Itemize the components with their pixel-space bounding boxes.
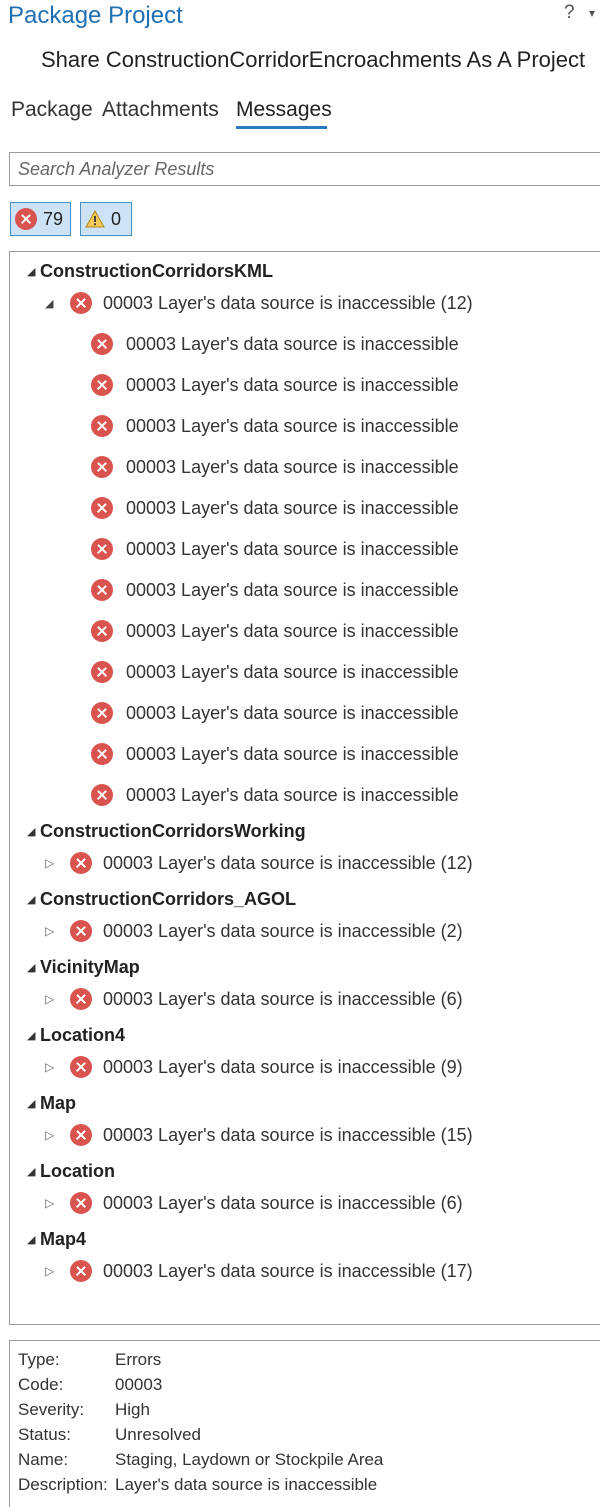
- error-icon: [91, 333, 113, 355]
- collapsed-triangle-icon[interactable]: ▷: [45, 1196, 57, 1210]
- tree-group-vicinitymap[interactable]: ◢ VicinityMap: [10, 952, 600, 982]
- expanded-triangle-icon[interactable]: ◢: [27, 265, 39, 278]
- error-icon: [91, 702, 113, 724]
- tree-message-parent[interactable]: ▷ 00003 Layer's data source is inaccessi…: [10, 1256, 600, 1286]
- tree-message-child[interactable]: 00003 Layer's data source is inaccessibl…: [10, 616, 600, 646]
- expanded-triangle-icon[interactable]: ◢: [27, 1165, 39, 1178]
- tab-package[interactable]: Package: [11, 98, 93, 122]
- tree-message-child[interactable]: 00003 Layer's data source is inaccessibl…: [10, 411, 600, 441]
- tree-group-map4[interactable]: ◢ Map4: [10, 1224, 600, 1254]
- tree-message-child[interactable]: 00003 Layer's data source is inaccessibl…: [10, 575, 600, 605]
- page-subtitle: Share ConstructionCorridorEncroachments …: [41, 47, 586, 72]
- tree-message-parent[interactable]: ▷ 00003 Layer's data source is inaccessi…: [10, 848, 600, 878]
- tree-group-constructioncorridorskml[interactable]: ◢ ConstructionCorridorsKML: [10, 256, 600, 286]
- error-icon: [91, 497, 113, 519]
- tree-message-child[interactable]: 00003 Layer's data source is inaccessibl…: [10, 657, 600, 687]
- collapsed-triangle-icon[interactable]: ▷: [45, 856, 57, 870]
- title-bar: Package Project ? ▾: [0, 0, 600, 32]
- analyzer-results-tree: ◢ ConstructionCorridorsKML ◢ 00003 Layer…: [9, 251, 600, 1325]
- error-icon: [70, 1124, 92, 1146]
- errors-filter-button[interactable]: 79: [10, 202, 71, 236]
- tree-message-parent[interactable]: ▷ 00003 Layer's data source is inaccessi…: [10, 1052, 600, 1082]
- error-icon: [91, 743, 113, 765]
- message-details-panel: Type: Errors Code: 00003 Severity: High …: [9, 1340, 600, 1507]
- error-icon: [15, 208, 37, 230]
- warning-icon: [85, 209, 105, 229]
- tree-message-parent[interactable]: ▷ 00003 Layer's data source is inaccessi…: [10, 984, 600, 1014]
- error-icon: [91, 374, 113, 396]
- error-icon: [70, 1192, 92, 1214]
- error-icon: [70, 1260, 92, 1282]
- collapsed-triangle-icon[interactable]: ▷: [45, 1264, 57, 1278]
- tree-message-child[interactable]: 00003 Layer's data source is inaccessibl…: [10, 493, 600, 523]
- pane-title: Package Project: [8, 2, 183, 29]
- tree-message-child[interactable]: 00003 Layer's data source is inaccessibl…: [10, 329, 600, 359]
- error-icon: [70, 920, 92, 942]
- error-icon: [70, 988, 92, 1010]
- tree-group-constructioncorridorsworking[interactable]: ◢ ConstructionCorridorsWorking: [10, 816, 600, 846]
- search-box: [9, 152, 600, 186]
- tab-messages[interactable]: Messages: [236, 98, 332, 122]
- error-icon: [91, 579, 113, 601]
- expanded-triangle-icon[interactable]: ◢: [27, 961, 39, 974]
- tree-message-parent[interactable]: ▷ 00003 Layer's data source is inaccessi…: [10, 1188, 600, 1218]
- tree-group-map[interactable]: ◢ Map: [10, 1088, 600, 1118]
- expanded-triangle-icon[interactable]: ◢: [45, 297, 57, 310]
- active-tab-indicator: [236, 126, 327, 129]
- collapsed-triangle-icon[interactable]: ▷: [45, 992, 57, 1006]
- pane-menu-icon[interactable]: ▾: [589, 6, 595, 20]
- tree-group-location4[interactable]: ◢ Location4: [10, 1020, 600, 1050]
- warnings-filter-button[interactable]: 0: [80, 202, 132, 236]
- collapsed-triangle-icon[interactable]: ▷: [45, 1060, 57, 1074]
- tree-message-parent[interactable]: ▷ 00003 Layer's data source is inaccessi…: [10, 1120, 600, 1150]
- error-icon: [91, 538, 113, 560]
- error-icon: [91, 661, 113, 683]
- collapsed-triangle-icon[interactable]: ▷: [45, 1128, 57, 1142]
- warnings-count: 0: [111, 208, 122, 229]
- error-icon: [91, 456, 113, 478]
- expanded-triangle-icon[interactable]: ◢: [27, 893, 39, 906]
- tree-group-location[interactable]: ◢ Location: [10, 1156, 600, 1186]
- tree-message-child-selected[interactable]: 00003 Layer's data source is inaccessibl…: [10, 365, 600, 407]
- expanded-triangle-icon[interactable]: ◢: [27, 1029, 39, 1042]
- error-icon: [91, 784, 113, 806]
- tree-message-child[interactable]: 00003 Layer's data source is inaccessibl…: [10, 534, 600, 564]
- collapsed-triangle-icon[interactable]: ▷: [45, 924, 57, 938]
- expanded-triangle-icon[interactable]: ◢: [27, 825, 39, 838]
- tree-message-child[interactable]: 00003 Layer's data source is inaccessibl…: [10, 780, 600, 810]
- help-icon[interactable]: ?: [564, 2, 575, 24]
- tree-group-constructioncorridors-agol[interactable]: ◢ ConstructionCorridors_AGOL: [10, 884, 600, 914]
- tree-message-child[interactable]: 00003 Layer's data source is inaccessibl…: [10, 739, 600, 769]
- error-icon: [70, 852, 92, 874]
- errors-count: 79: [43, 208, 64, 229]
- expanded-triangle-icon[interactable]: ◢: [27, 1097, 39, 1110]
- expanded-triangle-icon[interactable]: ◢: [27, 1233, 39, 1246]
- tree-message-parent[interactable]: ◢ 00003 Layer's data source is inaccessi…: [10, 288, 600, 318]
- error-icon: [70, 1056, 92, 1078]
- tree-message-parent[interactable]: ▷ 00003 Layer's data source is inaccessi…: [10, 916, 600, 946]
- tree-message-child[interactable]: 00003 Layer's data source is inaccessibl…: [10, 452, 600, 482]
- search-input[interactable]: [10, 153, 600, 185]
- error-icon: [70, 292, 92, 314]
- error-icon: [91, 620, 113, 642]
- tab-attachments[interactable]: Attachments: [102, 98, 219, 122]
- error-icon: [91, 415, 113, 437]
- tree-message-child[interactable]: 00003 Layer's data source is inaccessibl…: [10, 698, 600, 728]
